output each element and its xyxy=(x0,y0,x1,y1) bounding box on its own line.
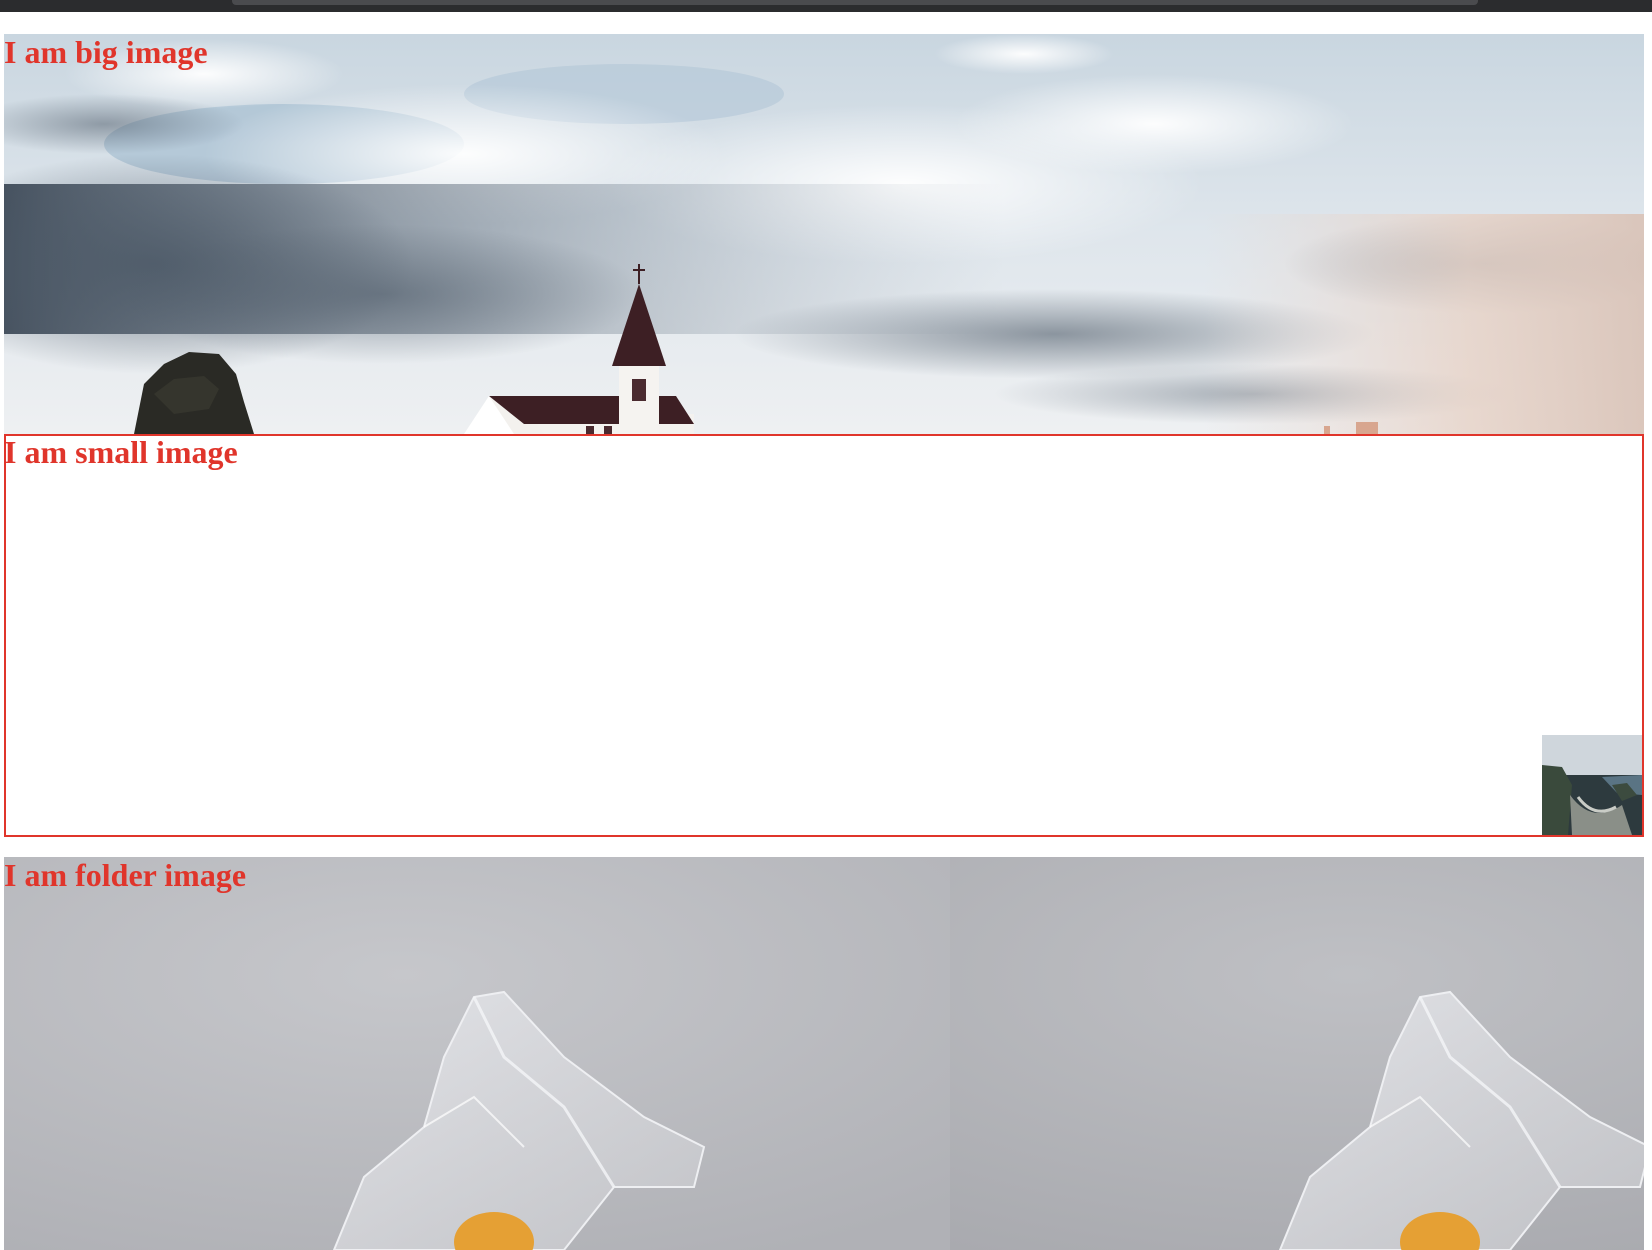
big-image-heading: I am big image xyxy=(4,34,208,70)
folder-image-section xyxy=(4,857,1644,1250)
small-image-heading: I am small image xyxy=(4,434,238,470)
folder-image-tile xyxy=(4,857,1004,1250)
small-image xyxy=(1542,735,1642,835)
folder-image-tile xyxy=(950,857,1644,1250)
folder-image-heading: I am folder image xyxy=(4,857,247,893)
small-image-section xyxy=(4,434,1644,837)
address-bar[interactable] xyxy=(232,0,1478,5)
browser-top-bar xyxy=(0,0,1652,12)
big-image-section xyxy=(4,34,1644,434)
big-image xyxy=(4,34,1644,434)
coastal-cliff-thumbnail xyxy=(1542,735,1642,835)
